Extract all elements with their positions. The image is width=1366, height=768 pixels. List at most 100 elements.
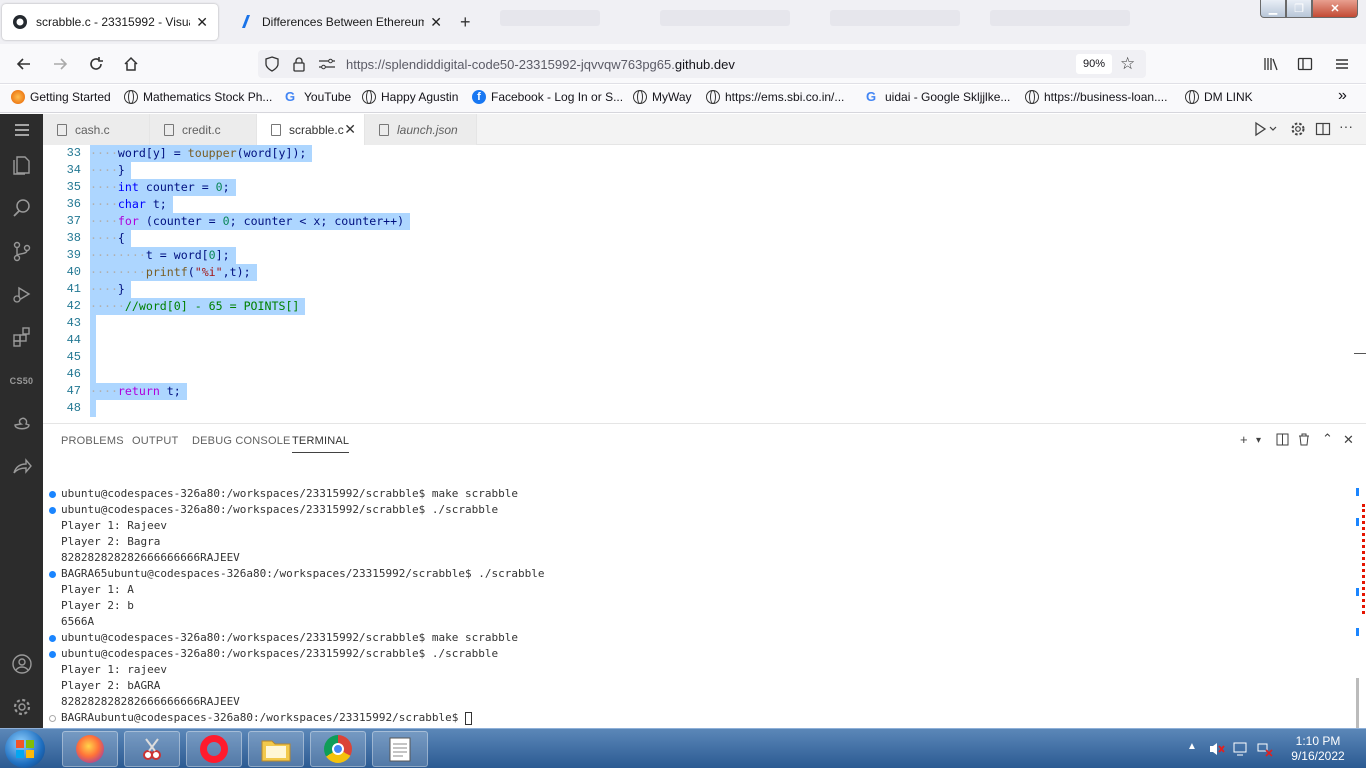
url-text[interactable]: https://splendiddigital-code50-23315992-… <box>346 57 735 72</box>
taskbar-notepad[interactable] <box>372 731 428 767</box>
panel-tab-output[interactable]: OUTPUT <box>132 435 178 447</box>
extensions-icon[interactable] <box>0 319 43 355</box>
shield-icon[interactable] <box>264 56 280 72</box>
close-window-button[interactable]: ✕ <box>1312 0 1358 18</box>
run-dropdown-icon[interactable] <box>1253 121 1279 140</box>
source-control-icon[interactable] <box>0 233 43 269</box>
command-pending-marker[interactable] <box>49 715 56 722</box>
background-window-tab <box>830 10 960 26</box>
action-center-icon[interactable] <box>1233 741 1249 760</box>
run-debug-icon[interactable] <box>0 276 43 312</box>
taskbar-chrome[interactable] <box>310 731 366 767</box>
editor-tab-credit[interactable]: credit.c <box>150 114 257 145</box>
bookmark-star-icon[interactable]: ☆ <box>1120 54 1135 74</box>
terminal-scrollbar[interactable] <box>1356 488 1359 728</box>
hamburger-menu-icon[interactable] <box>0 114 43 145</box>
bookmark-myway[interactable]: MyWay <box>633 90 692 104</box>
bookmark-label: https://ems.sbi.co.in/... <box>725 90 845 104</box>
panel-tab-problems[interactable]: PROBLEMS <box>61 435 124 447</box>
editor-tab-launch[interactable]: launch.json <box>365 114 477 145</box>
bottom-panel: PROBLEMS OUTPUT DEBUG CONSOLE TERMINAL +… <box>43 423 1366 728</box>
command-success-marker[interactable] <box>49 491 56 498</box>
terminal-line: ubuntu@codespaces-326a80:/workspaces/233… <box>61 631 518 644</box>
more-actions-icon[interactable]: ··· <box>1339 118 1353 134</box>
command-success-marker[interactable] <box>49 635 56 642</box>
command-success-marker[interactable] <box>49 651 56 658</box>
taskbar-snipping-tool[interactable] <box>124 731 180 767</box>
show-hidden-icons[interactable]: ▲ <box>1187 741 1197 752</box>
new-terminal-icon[interactable]: + <box>1240 432 1248 447</box>
manage-gear-icon[interactable] <box>0 689 43 725</box>
lock-icon[interactable] <box>292 56 306 72</box>
close-tab-icon[interactable]: ✕ <box>196 14 208 31</box>
account-icon[interactable] <box>0 646 43 682</box>
browser-tab-ethereum[interactable]: Differences Between Ethereum ✕ <box>228 4 452 40</box>
panel-tab-debug-console[interactable]: DEBUG CONSOLE <box>192 435 291 447</box>
terminal-dropdown-icon[interactable]: ▾ <box>1256 435 1261 446</box>
terminal-prompt-line: BAGRAubuntu@codespaces-326a80:/workspace… <box>61 710 472 726</box>
overview-ruler-markers <box>1362 504 1365 614</box>
new-tab-icon[interactable]: + <box>460 12 471 33</box>
split-editor-icon[interactable] <box>1315 121 1331 140</box>
maximize-window-button[interactable]: ❐ <box>1286 0 1312 18</box>
taskbar-file-explorer[interactable] <box>248 731 304 767</box>
taskbar-opera[interactable] <box>186 731 242 767</box>
globe-icon <box>633 90 647 104</box>
address-bar[interactable]: https://splendiddigital-code50-23315992-… <box>258 50 1146 78</box>
zoom-level-badge[interactable]: 90% <box>1076 54 1112 74</box>
bookmark-uidai[interactable]: Guidai - Google Skljjlke... <box>866 90 1010 105</box>
close-tab-icon[interactable]: ✕ <box>430 14 442 31</box>
bookmark-getting-started[interactable]: Getting Started <box>11 90 111 104</box>
network-disconnected-icon[interactable] <box>1257 741 1273 760</box>
home-icon[interactable] <box>118 52 144 76</box>
maximize-panel-icon[interactable]: ⌃ <box>1322 431 1333 447</box>
bookmark-happy-agustin[interactable]: Happy Agustin <box>362 90 458 104</box>
bookmarks-overflow-icon[interactable]: » <box>1338 87 1347 105</box>
bookmark-ems-sbi[interactable]: https://ems.sbi.co.in/... <box>706 90 844 104</box>
duck-debugger-icon[interactable] <box>0 406 43 442</box>
kill-terminal-icon[interactable] <box>1298 433 1310 449</box>
bookmark-dm-link[interactable]: DM LINK <box>1185 90 1253 104</box>
command-success-marker[interactable] <box>49 507 56 514</box>
browser-tab-vscode[interactable]: scrabble.c - 23315992 - Visual St ✕ <box>2 4 218 40</box>
start-button[interactable] <box>5 730 45 768</box>
terminal-line: 6566A <box>61 615 95 628</box>
code-editor[interactable]: 33 34 35 36 37 38 39 40 41 42 43 44 45 4… <box>43 145 1366 423</box>
code-line <box>90 332 96 349</box>
permissions-icon[interactable] <box>318 57 336 71</box>
sidebar-icon[interactable] <box>1292 52 1318 76</box>
explorer-icon[interactable] <box>0 147 43 183</box>
volume-muted-icon[interactable] <box>1208 741 1226 760</box>
line-number: 40 <box>66 265 81 279</box>
bookmark-facebook[interactable]: f Facebook - Log In or S... <box>472 90 623 104</box>
split-terminal-icon[interactable] <box>1276 433 1289 449</box>
line-number: 41 <box>66 282 81 296</box>
taskbar-firefox[interactable] <box>62 731 118 767</box>
command-success-marker[interactable] <box>49 571 56 578</box>
terminal-line: Player 2: bAGRA <box>61 679 161 692</box>
opera-icon <box>200 735 228 763</box>
editor-tab-scrabble[interactable]: scrabble.c ✕ <box>257 114 365 145</box>
bookmark-mathematics[interactable]: Mathematics Stock Ph... <box>124 90 272 104</box>
minimap-slider[interactable] <box>1354 353 1366 354</box>
back-icon[interactable] <box>11 52 37 76</box>
editor-tab-cash[interactable]: cash.c <box>43 114 150 145</box>
bookmark-business-loan[interactable]: https://business-loan.... <box>1025 90 1167 104</box>
settings-gear-icon[interactable] <box>1290 121 1306 140</box>
bookmark-youtube[interactable]: G YouTube <box>285 90 351 105</box>
search-icon[interactable] <box>0 190 43 226</box>
globe-icon <box>1185 90 1199 104</box>
live-share-icon[interactable] <box>0 449 43 485</box>
terminal-line: BAGRA65ubuntu@codespaces-326a80:/workspa… <box>61 567 545 580</box>
close-editor-tab-icon[interactable]: ✕ <box>344 121 356 138</box>
library-icon[interactable] <box>1258 52 1284 76</box>
menu-icon[interactable] <box>1329 52 1355 76</box>
panel-tab-terminal[interactable]: TERMINAL <box>292 435 350 453</box>
minimize-window-button[interactable]: ▁ <box>1260 0 1286 18</box>
system-clock[interactable]: 1:10 PM 9/16/2022 <box>1278 734 1358 764</box>
forward-icon[interactable] <box>47 52 73 76</box>
close-panel-icon[interactable]: ✕ <box>1343 432 1354 448</box>
cs50-label[interactable]: CS50 <box>0 363 43 399</box>
reload-icon[interactable] <box>83 52 109 76</box>
vscode-workbench: CS50 cash.c credit.c scrabble.c ✕ launch.… <box>0 114 1366 728</box>
